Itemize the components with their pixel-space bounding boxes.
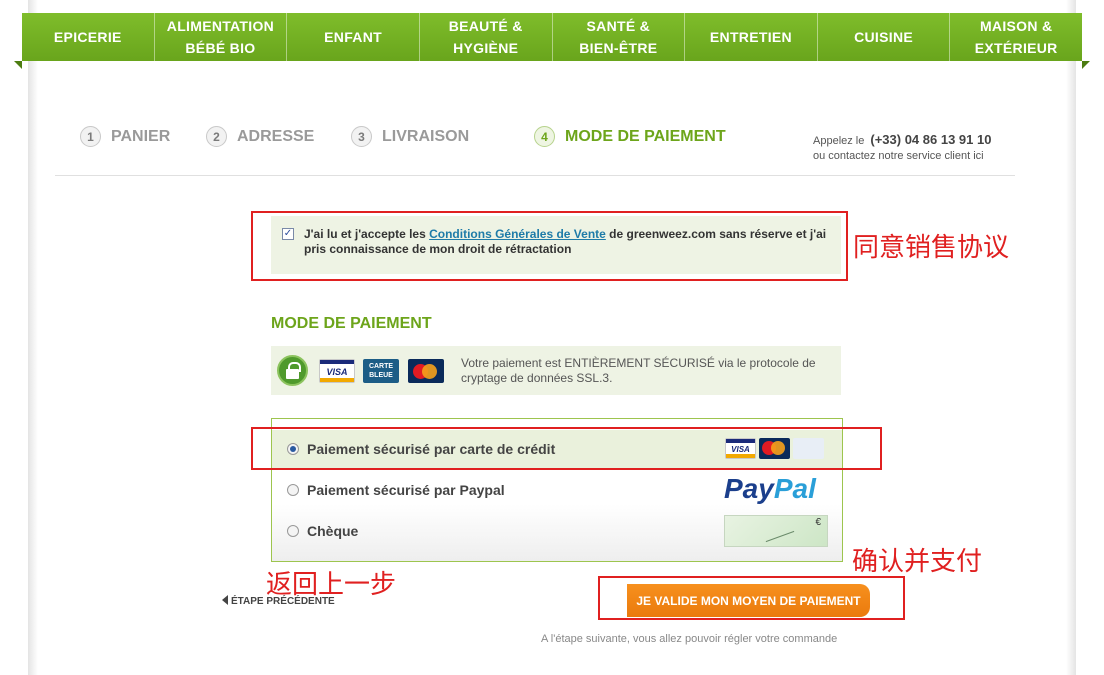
visa-card-icon: VISA [319, 359, 355, 383]
nav-ribbon-fold-left [14, 61, 22, 69]
mastercard-card-icon [408, 359, 444, 383]
page-shadow-right [1066, 0, 1076, 675]
nav-item-enfant[interactable]: ENFANT [287, 13, 420, 61]
step-label: LIVRAISON [382, 127, 470, 145]
step-number: 3 [351, 126, 372, 147]
steps-divider [55, 175, 1015, 176]
step-number: 1 [80, 126, 101, 147]
method-label: Chèque [307, 523, 359, 539]
step-livraison[interactable]: 3 LIVRAISON [351, 126, 469, 147]
contact-phone: (+33) 04 86 13 91 10 [870, 132, 992, 147]
annotation-box-validate [598, 576, 905, 620]
previous-step-link[interactable]: ÉTAPE PRÉCÉDENTE [222, 595, 335, 607]
paypal-logo: PayPal [724, 473, 816, 505]
nav-item-cuisine[interactable]: CUISINE [818, 13, 951, 61]
secure-payment-banner: VISA CARTE BLEUE Votre paiement est ENTI… [271, 346, 841, 395]
nav-ribbon-fold-right [1082, 61, 1090, 69]
previous-step-label: ÉTAPE PRÉCÉDENTE [231, 596, 335, 607]
cheque-icon [724, 515, 828, 547]
method-cheque[interactable]: Chèque [272, 512, 842, 550]
category-nav: EPICERIE ALIMENTATION BÉBÉ BIO ENFANT BE… [22, 13, 1082, 61]
nav-item-beaute-hygiene[interactable]: BEAUTÉ & HYGIÈNE [420, 13, 553, 61]
annotation-box-credit-card [251, 427, 882, 470]
method-paypal[interactable]: Paiement sécurisé par Paypal PayPal [272, 471, 842, 509]
step-mode-de-paiement: 4 MODE DE PAIEMENT [534, 126, 726, 147]
paypal-logo-pal: Pal [773, 473, 816, 504]
page-shadow-left [28, 0, 38, 675]
nav-item-epicerie[interactable]: EPICERIE [22, 13, 155, 61]
annotation-box-terms [251, 211, 848, 281]
contact-service-link[interactable]: ou contactez notre service client ici [813, 149, 991, 164]
annotation-agree-terms: 同意销售协议 [853, 233, 1010, 263]
nav-item-maison-exterieur[interactable]: MAISON & EXTÉRIEUR [950, 13, 1082, 61]
nav-item-entretien[interactable]: ENTRETIEN [685, 13, 818, 61]
nav-item-sante-bien-etre[interactable]: SANTÉ & BIEN-ÊTRE [553, 13, 686, 61]
step-number: 4 [534, 126, 555, 147]
payment-section-title: MODE DE PAIEMENT [271, 315, 432, 332]
step-number: 2 [206, 126, 227, 147]
nav-item-alimentation-bebe-bio[interactable]: ALIMENTATION BÉBÉ BIO [155, 13, 288, 61]
paypal-logo-pay: Pay [724, 473, 774, 504]
checkout-page: EPICERIE ALIMENTATION BÉBÉ BIO ENFANT BE… [0, 0, 1104, 675]
next-step-note: A l'étape suivante, vous allez pouvoir r… [541, 633, 838, 645]
radio-cheque[interactable] [287, 525, 299, 537]
method-label: Paiement sécurisé par Paypal [307, 482, 505, 498]
secure-payment-text: Votre paiement est ENTIÈREMENT SÉCURISÉ … [461, 356, 816, 385]
contact-info: Appelez le (+33) 04 86 13 91 10 ou contac… [813, 132, 991, 164]
carte-bleue-card-icon: CARTE BLEUE [363, 359, 399, 383]
step-label: PANIER [111, 127, 171, 145]
annotation-confirm-pay: 确认并支付 [852, 547, 983, 577]
arrow-left-icon [222, 595, 228, 605]
step-panier[interactable]: 1 PANIER [80, 126, 170, 147]
step-label: MODE DE PAIEMENT [565, 127, 726, 145]
lock-icon [277, 355, 308, 386]
radio-paypal[interactable] [287, 484, 299, 496]
contact-prefix: Appelez le [813, 135, 865, 147]
step-adresse[interactable]: 2 ADRESSE [206, 126, 314, 147]
step-label: ADRESSE [237, 127, 315, 145]
